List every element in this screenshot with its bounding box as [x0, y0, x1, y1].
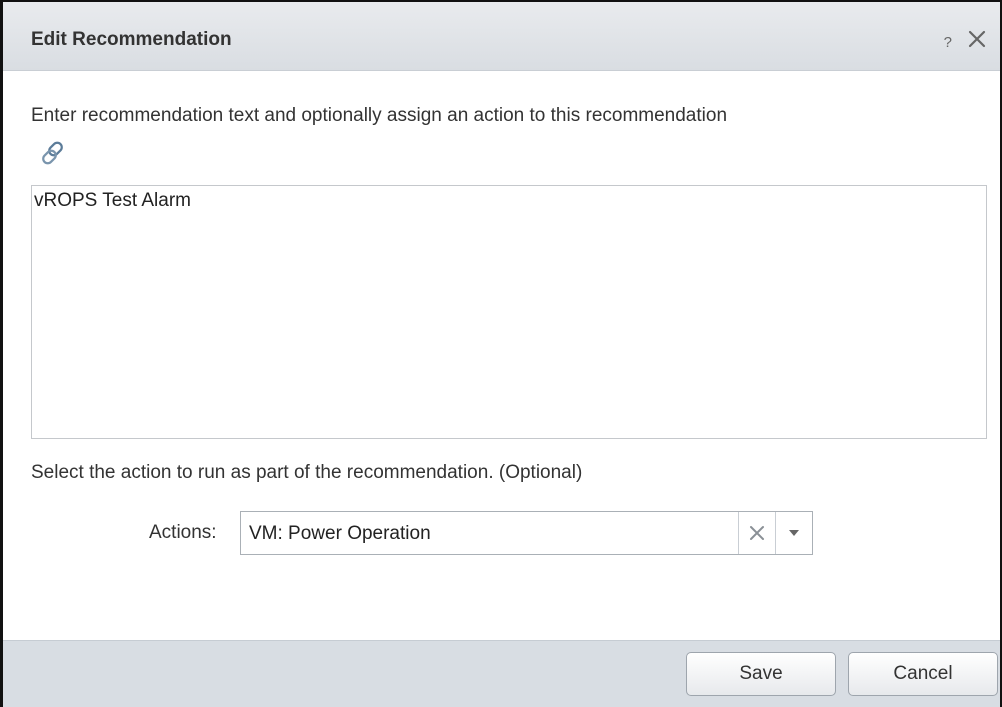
recommendation-instructions: Enter recommendation text and optionally… [31, 105, 728, 126]
chevron-down-icon [789, 530, 799, 536]
actions-selected-value: VM: Power Operation [249, 523, 431, 544]
actions-label: Actions: [149, 522, 217, 543]
recommendation-text-input[interactable]: vROPS Test Alarm [31, 185, 987, 439]
clear-icon [750, 526, 764, 540]
dialog-titlebar: Edit Recommendation ? [3, 2, 1000, 71]
close-button[interactable] [966, 28, 988, 50]
clear-selection-button[interactable] [738, 512, 775, 554]
link-icon [42, 141, 63, 165]
cancel-button[interactable]: Cancel [848, 652, 998, 696]
edit-recommendation-dialog: Edit Recommendation ? Enter recommendati… [0, 0, 1002, 707]
link-button[interactable] [39, 139, 67, 167]
actions-combobox[interactable]: VM: Power Operation [240, 511, 813, 555]
action-help-text: Select the action to run as part of the … [31, 462, 583, 483]
dropdown-toggle-button[interactable] [775, 512, 812, 554]
dialog-footer: Save Cancel [3, 640, 1000, 707]
close-icon [968, 30, 986, 48]
help-button[interactable]: ? [944, 34, 952, 51]
dialog-title: Edit Recommendation [31, 29, 232, 50]
save-button[interactable]: Save [686, 652, 836, 696]
